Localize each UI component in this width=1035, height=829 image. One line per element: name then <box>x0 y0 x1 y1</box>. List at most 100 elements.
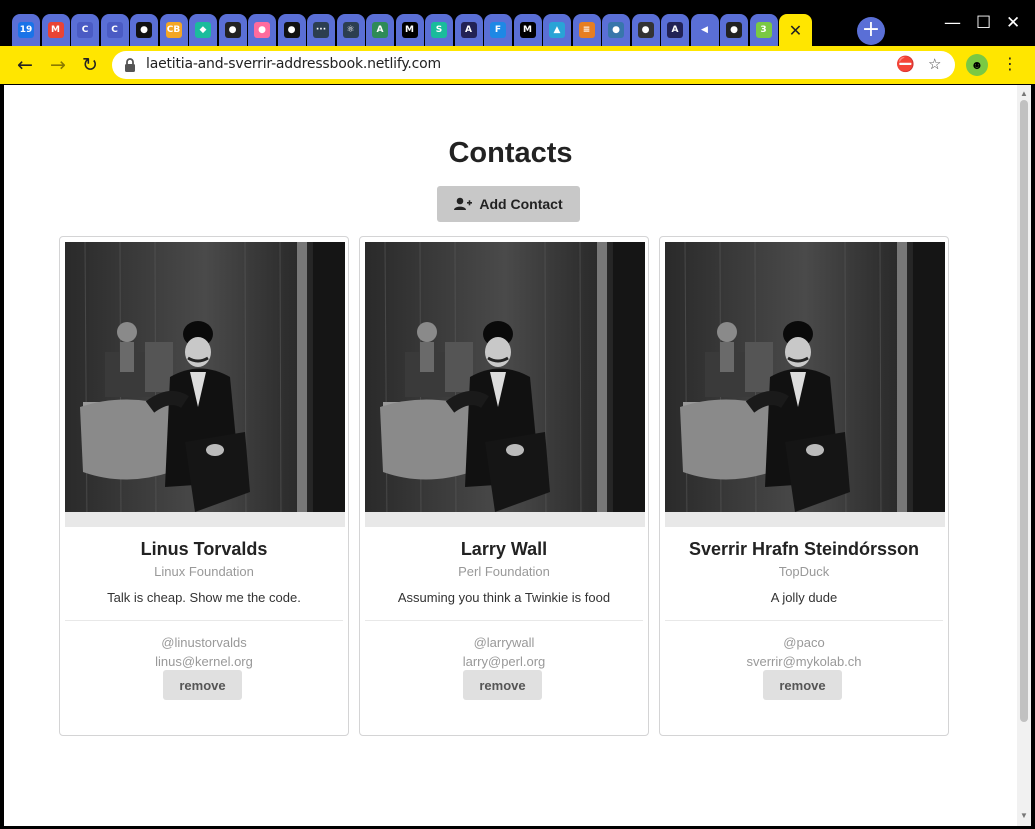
browser-tab[interactable]: S <box>425 14 453 46</box>
browser-tab[interactable]: ● <box>130 14 158 46</box>
remove-contact-button[interactable]: remove <box>163 670 242 700</box>
url-text: laetitia-and-sverrir-addressbook.netlify… <box>146 56 441 72</box>
browser-tab[interactable]: A <box>661 14 689 46</box>
profile-avatar-icon[interactable]: ☻ <box>966 54 988 76</box>
browser-menu-icon[interactable]: ⋮ <box>1002 54 1018 73</box>
chart-icon: 3 <box>755 22 772 38</box>
browser-tab[interactable]: C <box>71 14 99 46</box>
globe-icon: ● <box>224 22 241 38</box>
scrollbar-thumb[interactable] <box>1020 100 1028 722</box>
close-window-icon[interactable]: ✕ <box>1006 13 1020 33</box>
browser-tab[interactable]: ● <box>631 14 660 46</box>
github-icon: ● <box>136 22 152 38</box>
browser-tab[interactable]: F <box>484 14 512 46</box>
browser-tab[interactable]: M <box>513 14 542 46</box>
new-tab-button[interactable]: + <box>857 17 885 45</box>
browser-tab[interactable]: A <box>366 14 394 46</box>
bookmark-star-icon[interactable]: ☆ <box>928 55 941 73</box>
browser-tab[interactable]: M <box>395 14 424 46</box>
globe-icon: ● <box>726 22 742 38</box>
contact-organization: TopDuck <box>778 564 830 579</box>
maximize-icon[interactable]: ☐ <box>976 13 991 33</box>
diamond-icon: ◆ <box>195 22 211 38</box>
browser-toolbar: ← → ↻ laetitia-and-sverrir-addressbook.n… <box>0 46 1035 84</box>
contact-photo <box>365 242 645 527</box>
browser-tab-active[interactable]: ✕ <box>779 14 812 46</box>
speaker-icon: ◀ <box>696 22 713 38</box>
tab-list: 19 M C C ● CB ◆ ● ● ● ··· ⚛ A M S A F M ▲ ≡ ● ● A ◀ ● 3 ✕ <box>12 14 814 46</box>
person-icon: ● <box>637 22 654 38</box>
contact-email: sverrir@mykolab.ch <box>746 654 862 669</box>
browser-tab[interactable]: A <box>454 14 483 46</box>
f-icon: F <box>490 22 506 38</box>
contact-email: linus@kernel.org <box>155 654 253 669</box>
card-divider <box>365 620 643 621</box>
add-contact-button[interactable]: Add Contact <box>437 186 580 222</box>
browser-tab[interactable]: 19 <box>12 14 40 46</box>
vertical-scrollbar[interactable]: ▲ ▼ <box>1017 85 1031 826</box>
translate-icon[interactable]: ⛔ <box>896 55 915 73</box>
forward-button[interactable]: → <box>45 52 71 78</box>
contact-name: Sverrir Hrafn Steindórsson <box>688 539 920 559</box>
contact-handle: @linustorvalds <box>161 635 247 650</box>
browser-tab[interactable]: ● <box>602 14 630 46</box>
scroll-down-icon[interactable]: ▼ <box>1020 811 1028 820</box>
browser-tab[interactable]: ● <box>218 14 247 46</box>
contact-quote: A jolly dude <box>770 590 838 605</box>
codebox-icon: CB <box>165 22 182 38</box>
card-divider <box>65 620 343 621</box>
browser-tab[interactable]: CB <box>159 14 188 46</box>
medium-icon: M <box>519 22 536 38</box>
bars-icon: ≡ <box>578 22 595 38</box>
browser-tab[interactable]: ◆ <box>189 14 217 46</box>
address-bar[interactable]: laetitia-and-sverrir-addressbook.netlify… <box>112 51 955 79</box>
close-tab-icon[interactable]: ✕ <box>789 21 802 40</box>
browser-tab[interactable]: C <box>100 14 129 46</box>
browser-tab[interactable]: ● <box>720 14 748 46</box>
browser-tab[interactable]: ● <box>277 14 306 46</box>
code-icon: A <box>372 22 388 38</box>
browser-tab[interactable]: 3 <box>749 14 778 46</box>
back-button[interactable]: ← <box>12 52 38 78</box>
minimize-icon[interactable]: — <box>944 13 961 33</box>
remove-contact-button[interactable]: remove <box>763 670 842 700</box>
browser-tab[interactable]: ≡ <box>572 14 601 46</box>
contact-organization: Perl Foundation <box>458 564 550 579</box>
code-icon: A <box>667 22 683 38</box>
scroll-up-icon[interactable]: ▲ <box>1020 89 1028 98</box>
remove-contact-button[interactable]: remove <box>463 670 542 700</box>
browser-tab[interactable]: ⚛ <box>336 14 365 46</box>
contact-photo-image <box>365 242 645 527</box>
github-icon: ● <box>283 22 300 38</box>
contact-photo <box>65 242 345 527</box>
contact-quote: Talk is cheap. Show me the code. <box>107 590 301 605</box>
contact-name: Linus Torvalds <box>140 539 268 559</box>
browser-tab[interactable]: ▲ <box>543 14 571 46</box>
page-content: Contacts Add Contact Linus Torvalds Linu… <box>4 85 1017 826</box>
browser-tab[interactable]: M <box>41 14 70 46</box>
doc-icon: C <box>77 22 93 38</box>
bird-icon: ▲ <box>549 22 565 38</box>
python-icon: ● <box>608 22 624 38</box>
browser-tab[interactable]: ··· <box>307 14 335 46</box>
gmail-icon: M <box>47 22 64 38</box>
browser-tab[interactable]: ◀ <box>690 14 719 46</box>
s-icon: S <box>431 22 447 38</box>
contact-handle: @larrywall <box>473 635 535 650</box>
app-icon: ● <box>254 22 270 38</box>
contact-email: larry@perl.org <box>462 654 546 669</box>
add-contact-label: Add Contact <box>479 196 563 212</box>
doc-icon: C <box>106 22 123 38</box>
code-icon: A <box>460 22 477 38</box>
contact-photo-image <box>65 242 345 527</box>
card-divider <box>665 620 943 621</box>
browser-tab[interactable]: ● <box>248 14 276 46</box>
browser-window: 19 M C C ● CB ◆ ● ● ● ··· ⚛ A M S A F M ▲ ≡ ● ● A ◀ ● 3 ✕ + — ☐ ✕ … <box>0 0 1035 829</box>
medium-icon: M <box>401 22 418 38</box>
calendar-icon: 19 <box>18 22 34 38</box>
lock-icon <box>125 58 135 72</box>
reload-button[interactable]: ↻ <box>77 52 103 78</box>
dots-icon: ··· <box>313 22 329 38</box>
contact-card: Sverrir Hrafn Steindórsson TopDuck A jol… <box>659 236 949 736</box>
contact-handle: @paco <box>783 635 825 650</box>
